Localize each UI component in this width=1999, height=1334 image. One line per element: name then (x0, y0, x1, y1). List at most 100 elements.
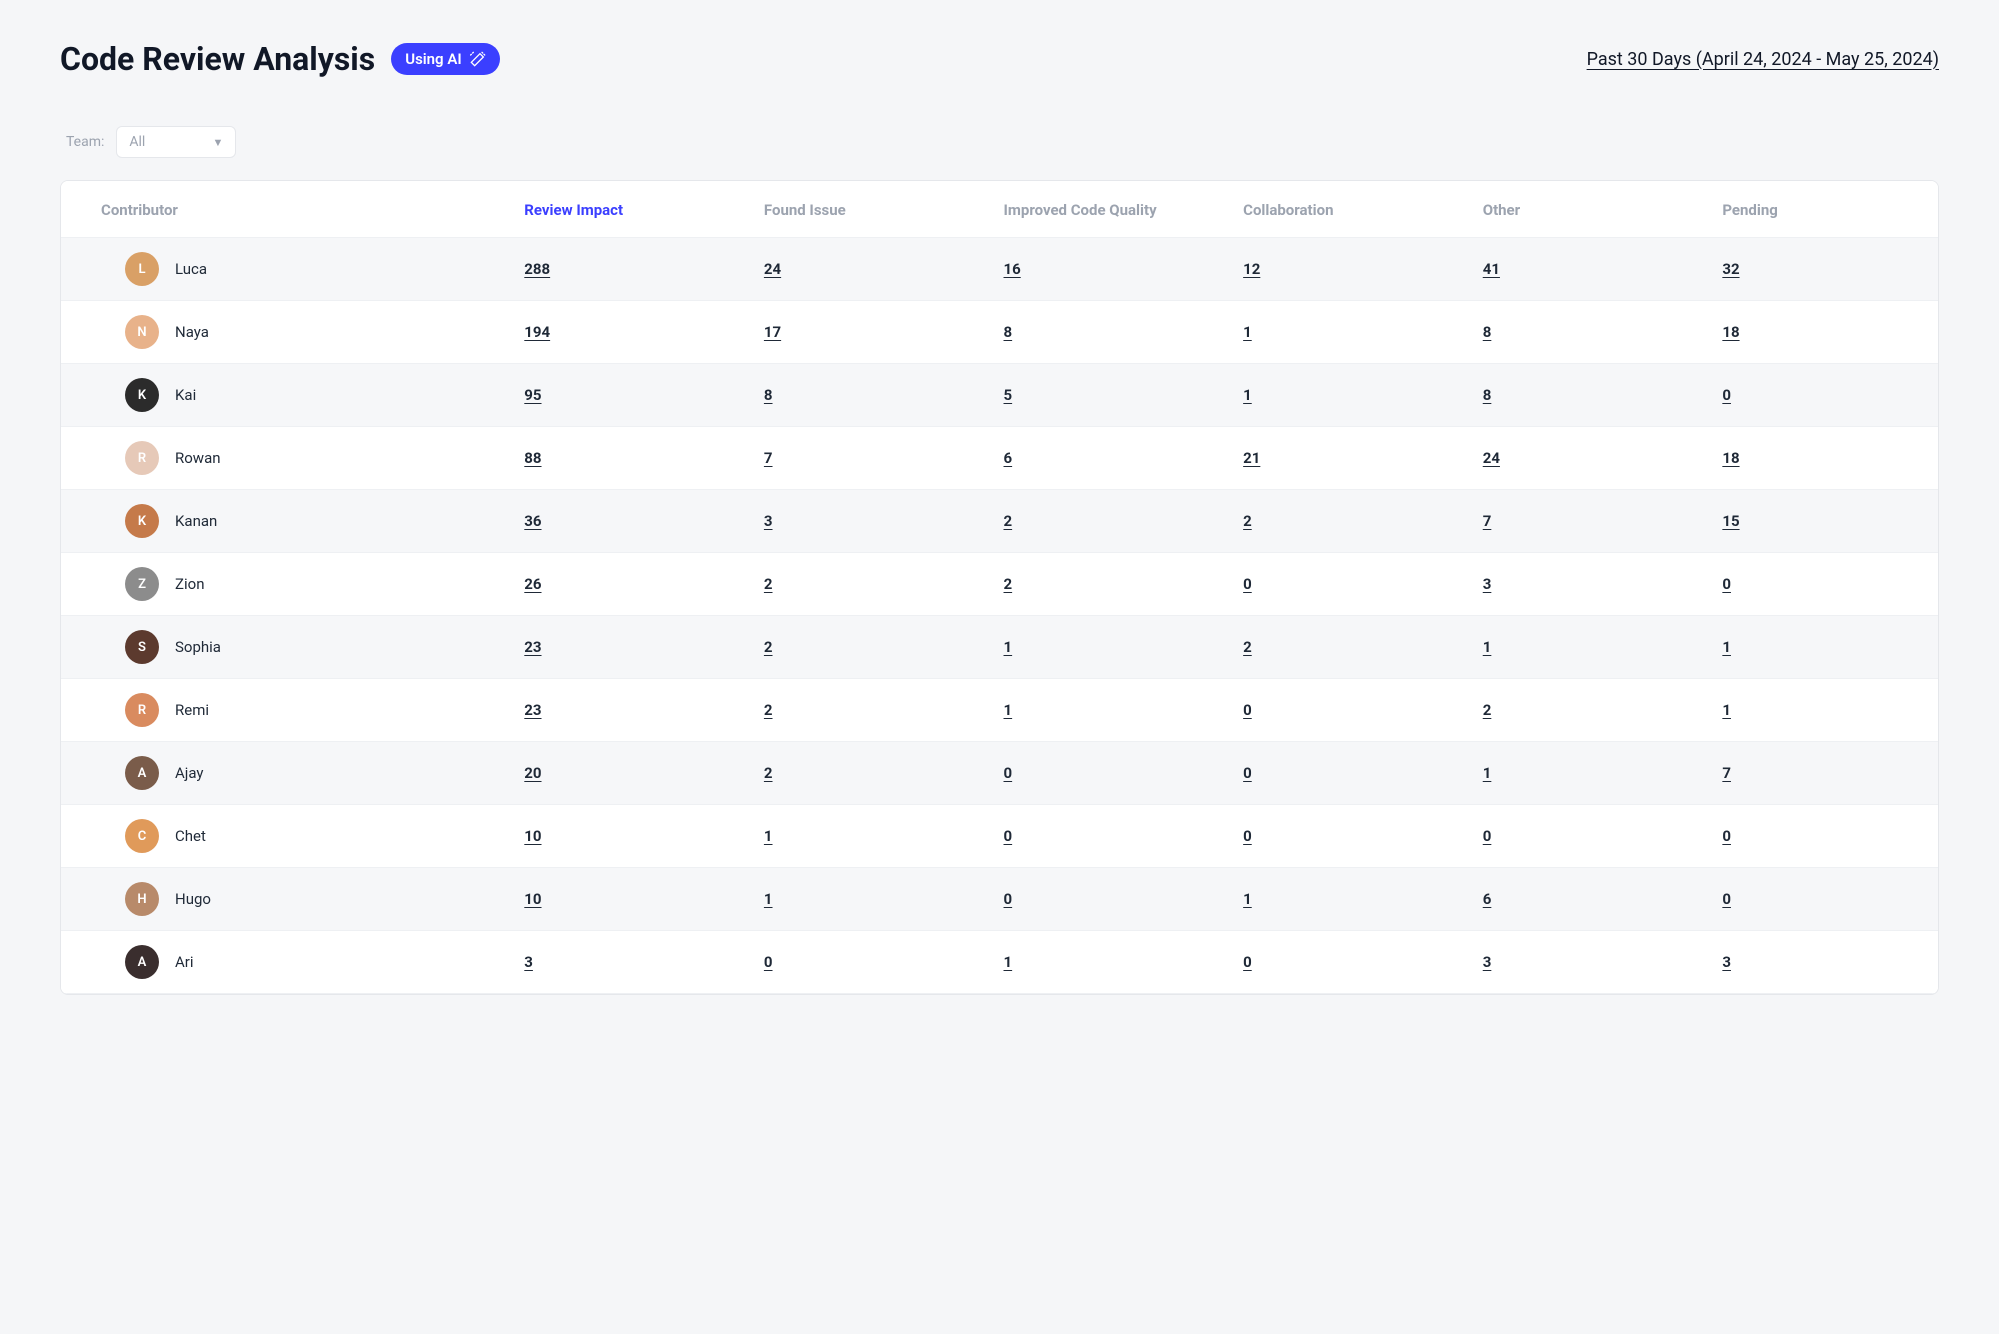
value-link[interactable]: 0 (1243, 701, 1252, 719)
value-link[interactable]: 20 (524, 764, 541, 782)
value-link[interactable]: 16 (1004, 260, 1021, 278)
value-link[interactable]: 2 (764, 701, 773, 719)
value-link[interactable]: 0 (1243, 764, 1252, 782)
value-link[interactable]: 0 (1243, 827, 1252, 845)
column-header-review_impact[interactable]: Review Impact (500, 181, 740, 238)
value-link[interactable]: 194 (524, 323, 550, 341)
value-link[interactable]: 8 (1004, 323, 1013, 341)
value-link[interactable]: 2 (764, 764, 773, 782)
value-link[interactable]: 288 (524, 260, 550, 278)
value-link[interactable]: 8 (1483, 323, 1492, 341)
value-link[interactable]: 6 (1483, 890, 1492, 908)
cell-found_issue: 7 (740, 427, 980, 490)
value-link[interactable]: 1 (1243, 890, 1252, 908)
value-link[interactable]: 0 (764, 953, 773, 971)
value-link[interactable]: 41 (1483, 260, 1500, 278)
date-range-picker[interactable]: Past 30 Days (April 24, 2024 - May 25, 2… (1587, 49, 1939, 70)
value-link[interactable]: 0 (1243, 953, 1252, 971)
value-link[interactable]: 0 (1722, 827, 1731, 845)
value-link[interactable]: 0 (1004, 764, 1013, 782)
value-link[interactable]: 36 (524, 512, 541, 530)
value-link[interactable]: 1 (1004, 638, 1013, 656)
contributor-cell: RRowan (61, 427, 500, 490)
value-link[interactable]: 1 (1004, 953, 1013, 971)
value-link[interactable]: 0 (1722, 386, 1731, 404)
cell-pending: 7 (1698, 742, 1938, 805)
value-link[interactable]: 5 (1004, 386, 1013, 404)
cell-found_issue: 0 (740, 931, 980, 994)
cell-improved_quality: 8 (980, 301, 1220, 364)
value-link[interactable]: 2 (764, 638, 773, 656)
column-header-contributor[interactable]: Contributor (61, 181, 500, 238)
value-link[interactable]: 1 (1483, 638, 1492, 656)
value-link[interactable]: 3 (1722, 953, 1731, 971)
team-select[interactable]: All ▼ (116, 126, 236, 158)
value-link[interactable]: 0 (1004, 827, 1013, 845)
value-link[interactable]: 6 (1004, 449, 1013, 467)
cell-improved_quality: 0 (980, 805, 1220, 868)
value-link[interactable]: 7 (1722, 764, 1731, 782)
value-link[interactable]: 88 (524, 449, 541, 467)
value-link[interactable]: 15 (1722, 512, 1739, 530)
using-ai-badge[interactable]: Using AI (391, 43, 499, 75)
contributor-cell: CChet (61, 805, 500, 868)
value-link[interactable]: 1 (1243, 323, 1252, 341)
value-link[interactable]: 0 (1243, 575, 1252, 593)
value-link[interactable]: 8 (764, 386, 773, 404)
value-link[interactable]: 8 (1483, 386, 1492, 404)
column-header-collaboration[interactable]: Collaboration (1219, 181, 1459, 238)
column-header-pending[interactable]: Pending (1698, 181, 1938, 238)
value-link[interactable]: 32 (1722, 260, 1739, 278)
value-link[interactable]: 2 (1483, 701, 1492, 719)
value-link[interactable]: 0 (1483, 827, 1492, 845)
value-link[interactable]: 24 (764, 260, 781, 278)
value-link[interactable]: 1 (1243, 386, 1252, 404)
value-link[interactable]: 2 (1243, 512, 1252, 530)
value-link[interactable]: 0 (1004, 890, 1013, 908)
cell-review_impact: 88 (500, 427, 740, 490)
contributors-table-card: ContributorReview ImpactFound IssueImpro… (60, 180, 1939, 995)
column-header-improved_quality[interactable]: Improved Code Quality (980, 181, 1220, 238)
value-link[interactable]: 0 (1722, 575, 1731, 593)
value-link[interactable]: 7 (1483, 512, 1492, 530)
value-link[interactable]: 3 (764, 512, 773, 530)
value-link[interactable]: 18 (1722, 323, 1739, 341)
value-link[interactable]: 26 (524, 575, 541, 593)
value-link[interactable]: 24 (1483, 449, 1500, 467)
column-header-other[interactable]: Other (1459, 181, 1699, 238)
value-link[interactable]: 10 (524, 827, 541, 845)
value-link[interactable]: 1 (1483, 764, 1492, 782)
value-link[interactable]: 1 (1004, 701, 1013, 719)
cell-improved_quality: 16 (980, 238, 1220, 301)
value-link[interactable]: 2 (1004, 512, 1013, 530)
value-link[interactable]: 2 (1004, 575, 1013, 593)
value-link[interactable]: 17 (764, 323, 781, 341)
value-link[interactable]: 3 (1483, 953, 1492, 971)
cell-pending: 0 (1698, 868, 1938, 931)
value-link[interactable]: 7 (764, 449, 773, 467)
filter-row: Team: All ▼ (60, 126, 1939, 158)
value-link[interactable]: 3 (1483, 575, 1492, 593)
cell-found_issue: 1 (740, 868, 980, 931)
avatar: S (125, 630, 159, 664)
value-link[interactable]: 10 (524, 890, 541, 908)
value-link[interactable]: 1 (764, 890, 773, 908)
value-link[interactable]: 2 (1243, 638, 1252, 656)
contributor-name: Naya (175, 323, 209, 341)
value-link[interactable]: 21 (1243, 449, 1260, 467)
value-link[interactable]: 3 (524, 953, 533, 971)
value-link[interactable]: 12 (1243, 260, 1260, 278)
value-link[interactable]: 18 (1722, 449, 1739, 467)
cell-review_impact: 23 (500, 616, 740, 679)
value-link[interactable]: 23 (524, 638, 541, 656)
value-link[interactable]: 23 (524, 701, 541, 719)
value-link[interactable]: 1 (1722, 638, 1731, 656)
value-link[interactable]: 1 (1722, 701, 1731, 719)
value-link[interactable]: 1 (764, 827, 773, 845)
cell-other: 6 (1459, 868, 1699, 931)
cell-improved_quality: 1 (980, 679, 1220, 742)
value-link[interactable]: 2 (764, 575, 773, 593)
value-link[interactable]: 0 (1722, 890, 1731, 908)
column-header-found_issue[interactable]: Found Issue (740, 181, 980, 238)
value-link[interactable]: 95 (524, 386, 541, 404)
